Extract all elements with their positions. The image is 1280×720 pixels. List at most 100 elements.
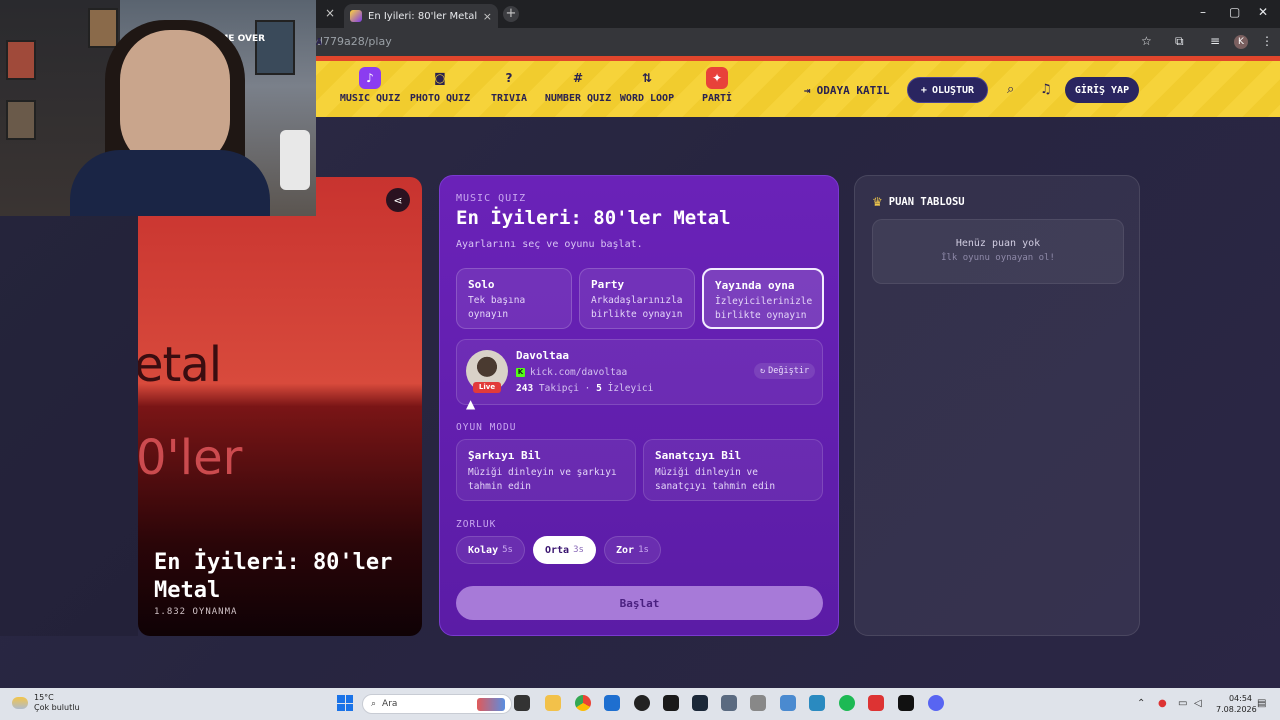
- url-field[interactable]: d779a28/play: [316, 35, 392, 48]
- create-button[interactable]: + OLUŞTUR: [907, 77, 988, 103]
- streamer-url: kick.com/davoltaa: [530, 367, 628, 378]
- weather-cloud-icon: [12, 697, 28, 709]
- nav-word-loop[interactable]: ⇅ WORD LOOP: [607, 67, 687, 104]
- nav-number-quiz[interactable]: # NUMBER QUIZ: [538, 67, 618, 104]
- follower-count: 243: [516, 383, 534, 394]
- obs-icon[interactable]: [634, 695, 650, 711]
- app-icon[interactable]: [868, 695, 884, 711]
- bell-icon[interactable]: ♫: [1040, 82, 1052, 97]
- mode-artist[interactable]: Sanatçıyı Bil Müziği dinleyin ve sanatçı…: [643, 439, 823, 501]
- nav-photo-quiz[interactable]: ◙ PHOTO QUIZ: [400, 67, 480, 104]
- option-stream[interactable]: Yayında oyna İzleyicilerinizle birlikte …: [702, 268, 824, 329]
- streamer-name: Davoltaa: [516, 349, 569, 362]
- difficulty-hard[interactable]: Zor 1s: [604, 536, 661, 564]
- card-eyebrow: MUSIC QUIZ: [456, 193, 527, 204]
- notification-icon[interactable]: ▤: [1257, 698, 1266, 709]
- app-icon[interactable]: [663, 695, 679, 711]
- start-button[interactable]: Başlat: [456, 586, 823, 620]
- new-tab-button[interactable]: +: [503, 6, 519, 22]
- chrome-icon[interactable]: [575, 695, 591, 711]
- prev-tab-close-icon[interactable]: ×: [325, 6, 335, 20]
- app-icon[interactable]: [750, 695, 766, 711]
- bookmark-star-icon[interactable]: ☆: [1141, 34, 1152, 48]
- taskbar-search[interactable]: ⌕ Ara: [362, 694, 512, 714]
- tab-close-icon[interactable]: ×: [483, 10, 492, 23]
- nav-label: TRIVIA: [490, 93, 528, 104]
- steam-icon[interactable]: [692, 695, 708, 711]
- wall-poster: [6, 40, 36, 80]
- search-placeholder: Ara: [382, 699, 398, 709]
- mode-desc: Müziği dinleyin ve şarkıyı tahmin edin: [468, 467, 617, 492]
- hash-icon: #: [572, 71, 584, 85]
- close-window-button[interactable]: ✕: [1258, 5, 1268, 19]
- terminal-icon[interactable]: [898, 695, 914, 711]
- microphone-icon[interactable]: ●: [1158, 698, 1167, 709]
- plus-icon: +: [920, 84, 927, 96]
- card-title: En İyileri: 80'ler Metal: [456, 207, 731, 229]
- spotify-icon[interactable]: [839, 695, 855, 711]
- mail-icon[interactable]: [604, 695, 620, 711]
- volume-icon[interactable]: ◁: [1194, 698, 1202, 709]
- option-solo[interactable]: Solo Tek başına oynayın: [456, 268, 572, 329]
- mode-song[interactable]: Şarkıyı Bil Müziği dinleyin ve şarkıyı t…: [456, 439, 636, 501]
- discord-icon[interactable]: [928, 695, 944, 711]
- side-backdrop: [0, 177, 138, 636]
- difficulty-easy[interactable]: Kolay 5s: [456, 536, 525, 564]
- browser-tab-active[interactable]: En İyileri: 80'ler Metal - Music Q ×: [344, 4, 498, 28]
- refresh-icon: ↻: [760, 366, 766, 376]
- nav-label: PARTİ: [701, 93, 733, 104]
- leaderboard-header: ♛ PUAN TABLOSU: [872, 195, 965, 209]
- windows-start-icon[interactable]: [337, 695, 353, 711]
- taskbar-clock[interactable]: 04:54 7.08.2026: [1216, 693, 1257, 715]
- mode-desc: Müziği dinleyin ve sanatçıyı tahmin edin: [655, 467, 776, 492]
- media-control-icon[interactable]: ≡: [1210, 34, 1220, 48]
- viewer-label: İzleyici: [607, 383, 654, 394]
- question-icon: ?: [505, 71, 513, 85]
- join-room-button[interactable]: ⇥ ODAYA KATIL: [804, 84, 889, 97]
- empty-title: Henüz puan yok: [955, 238, 1041, 249]
- browser-menu-icon[interactable]: ⋮: [1261, 34, 1273, 48]
- app-icon[interactable]: [809, 695, 825, 711]
- profile-avatar[interactable]: K: [1234, 35, 1248, 49]
- difficulty-medium[interactable]: Orta 3s: [533, 536, 596, 564]
- login-button[interactable]: GİRİŞ YAP: [1065, 77, 1139, 103]
- search-icon: ⌕: [371, 699, 377, 709]
- difficulty-time: 3s: [573, 545, 584, 555]
- nav-music-quiz[interactable]: ♪ MUSIC QUIZ: [330, 67, 410, 104]
- file-explorer-icon[interactable]: [545, 695, 561, 711]
- network-icon[interactable]: ▭: [1178, 698, 1187, 709]
- difficulty-label: ZORLUK: [456, 519, 497, 530]
- task-view-icon[interactable]: [514, 695, 530, 711]
- mode-title: Sanatçıyı Bil: [655, 449, 742, 462]
- streamer-stats: 243 Takipçi · 5 İzleyici: [516, 383, 654, 394]
- join-room-label: ODAYA KATIL: [816, 84, 890, 97]
- create-label: OLUŞTUR: [931, 84, 975, 96]
- leaderboard-panel: ♛ PUAN TABLOSU Henüz puan yok İlk oyunu …: [854, 175, 1140, 636]
- camera-icon: ◙: [434, 71, 446, 85]
- change-streamer-button[interactable]: ↻ Değiştir: [754, 363, 816, 379]
- playlist-cover-card: etal 0'ler En İyileri: 80'ler Metal 1.83…: [138, 177, 422, 636]
- calculator-icon[interactable]: [721, 695, 737, 711]
- option-title: Solo: [468, 278, 495, 291]
- nav-label: NUMBER QUIZ: [544, 93, 612, 104]
- nav-parti[interactable]: ✦ PARTİ: [677, 67, 757, 104]
- difficulty-name: Kolay: [468, 544, 499, 556]
- weather-widget[interactable]: 15°C Çok bulutlu: [12, 693, 80, 713]
- music-note-icon: ♪: [359, 67, 381, 89]
- nav-trivia[interactable]: ? TRIVIA: [469, 67, 549, 104]
- share-button[interactable]: ⋖: [386, 188, 410, 212]
- streamer-link[interactable]: K kick.com/davoltaa: [516, 367, 627, 378]
- weather-desc: Çok bulutlu: [34, 703, 80, 712]
- tray-chevron-icon[interactable]: ⌃: [1137, 698, 1145, 709]
- minimize-button[interactable]: –: [1200, 5, 1206, 19]
- option-party[interactable]: Party Arkadaşlarınızla birlikte oynayın: [579, 268, 695, 329]
- change-label: Değiştir: [768, 366, 810, 376]
- wall-poster: [6, 100, 36, 140]
- maximize-button[interactable]: ▢: [1229, 5, 1240, 19]
- wall-poster: [255, 20, 295, 75]
- game-mode-label: OYUN MODU: [456, 422, 517, 433]
- leaderboard-title: PUAN TABLOSU: [888, 196, 965, 208]
- app-icon[interactable]: [780, 695, 796, 711]
- extensions-icon[interactable]: ⧉: [1175, 34, 1184, 49]
- search-icon[interactable]: ⌕: [1007, 82, 1014, 97]
